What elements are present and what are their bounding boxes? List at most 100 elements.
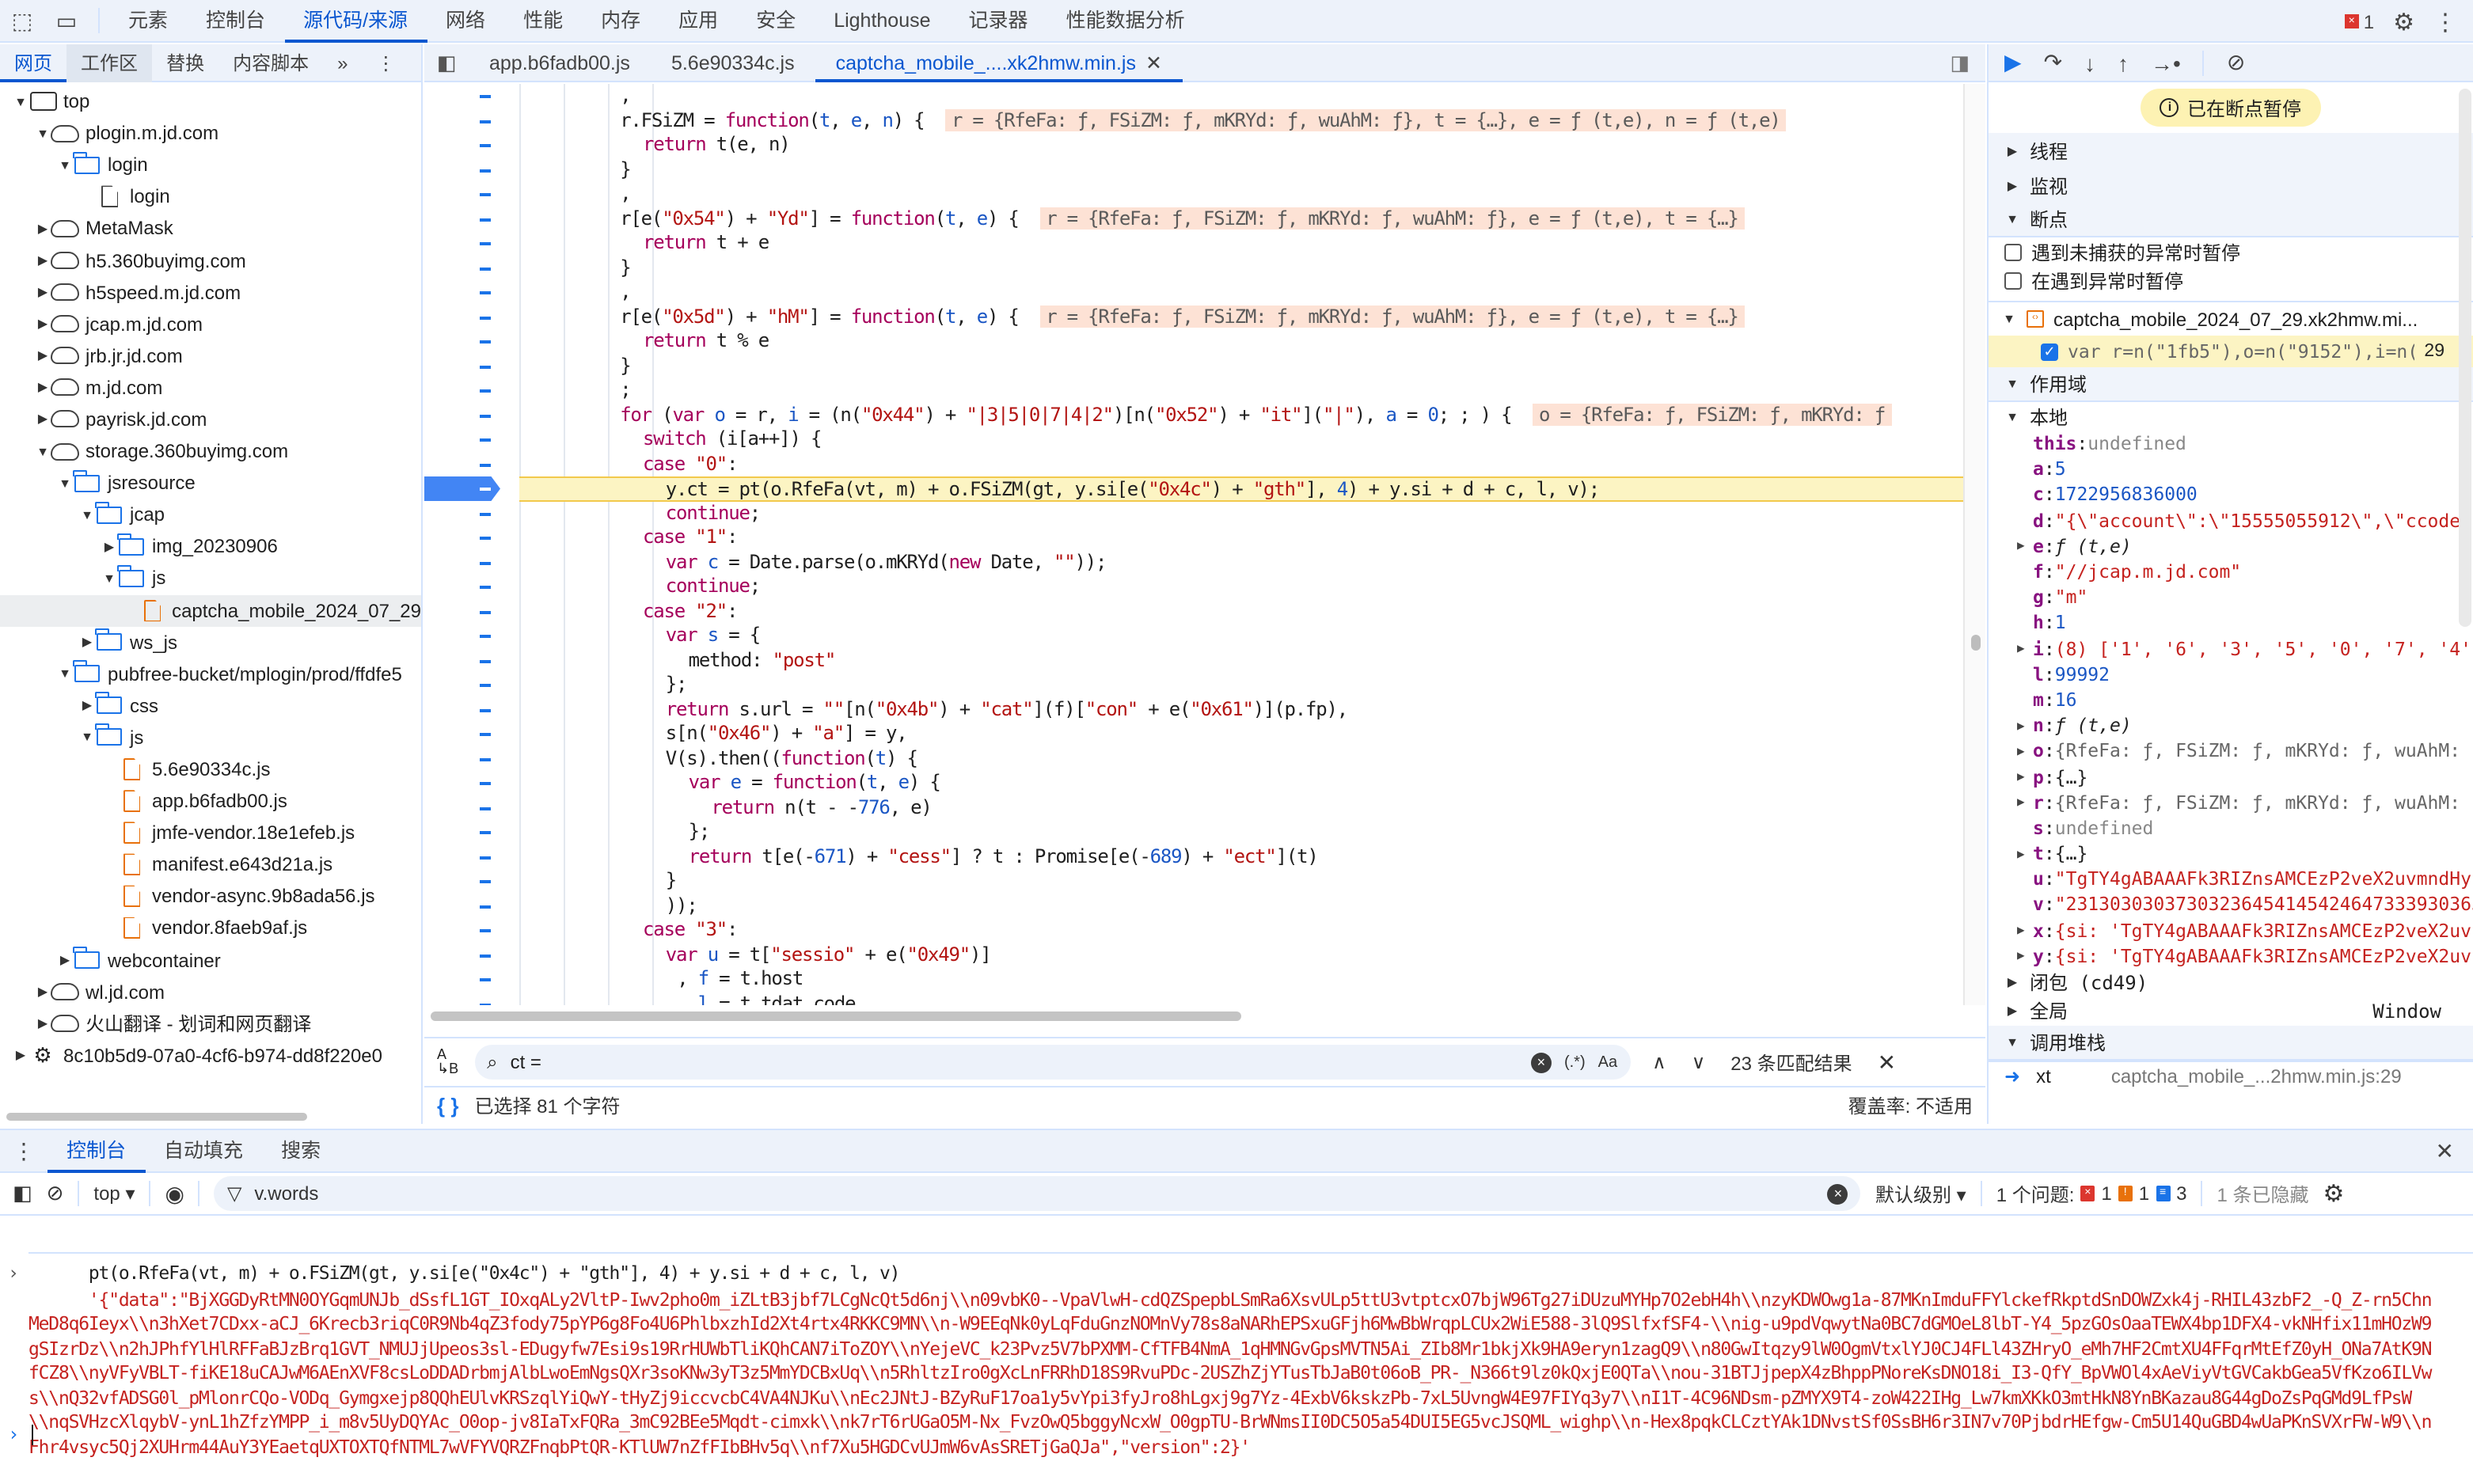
tree-item[interactable]: app.b6fadb00.js bbox=[0, 785, 421, 817]
line-number[interactable] bbox=[424, 746, 519, 771]
expand-icon[interactable]: ▶ bbox=[2017, 718, 2025, 732]
editor-vertical-scrollbar[interactable] bbox=[1963, 84, 1985, 1005]
line-number[interactable] bbox=[424, 84, 519, 108]
tree-item[interactable]: 5.6e90334c.js bbox=[0, 753, 421, 785]
pretty-print-icon[interactable]: { } bbox=[437, 1094, 458, 1118]
section-watch[interactable]: ▶ 监视 bbox=[1989, 168, 2473, 203]
deactivate-breakpoints-icon[interactable]: ⊘ bbox=[2227, 49, 2245, 76]
breakpoint-file[interactable]: ▼ ‹› captcha_mobile_2024_07_29.xk2hmw.mi… bbox=[1989, 301, 2473, 336]
tree-item[interactable]: ▶ h5.360buyimg.com bbox=[0, 245, 421, 276]
line-number[interactable] bbox=[424, 992, 519, 1005]
pause-caught-checkbox[interactable]: 在遇到异常时暂停 bbox=[1989, 266, 2473, 294]
tree-item[interactable]: ▶ MetaMask bbox=[0, 213, 421, 245]
scope-variable[interactable]: ▶ p: {…} bbox=[1989, 764, 2473, 789]
tree-item[interactable]: ▶ h5speed.m.jd.com bbox=[0, 276, 421, 308]
expand-icon[interactable]: ▶ bbox=[2017, 539, 2025, 553]
error-count-badge[interactable]: × 1 bbox=[2344, 10, 2374, 32]
scope-variable[interactable]: ▶ n: ƒ (t,e) bbox=[1989, 712, 2473, 738]
tree-item[interactable]: ▼ top bbox=[0, 85, 421, 117]
tree-item[interactable]: ▼ login bbox=[0, 149, 421, 180]
line-number[interactable] bbox=[424, 378, 519, 403]
line-number[interactable] bbox=[424, 256, 519, 280]
toggle-sidebar-icon[interactable]: ◧ bbox=[13, 1181, 32, 1206]
line-number[interactable] bbox=[424, 403, 519, 427]
tree-item[interactable]: ▼ js bbox=[0, 722, 421, 753]
expand-icon[interactable]: ▶ bbox=[2017, 846, 2025, 860]
call-frame[interactable]: ➜ xt captcha_mobile_...2hmw.min.js:29 bbox=[1989, 1060, 2473, 1092]
line-number[interactable] bbox=[424, 648, 519, 673]
line-number[interactable] bbox=[424, 550, 519, 575]
line-number[interactable] bbox=[424, 844, 519, 869]
tree-item[interactable]: ▼ js bbox=[0, 563, 421, 594]
tree-item[interactable]: login bbox=[0, 181, 421, 213]
inspect-element-icon[interactable]: ⬚ bbox=[0, 0, 44, 42]
line-number[interactable] bbox=[424, 452, 519, 476]
expand-icon[interactable]: ▶ bbox=[2017, 769, 2025, 784]
console-settings-gear-icon[interactable]: ⚙ bbox=[2323, 1179, 2345, 1208]
line-number[interactable] bbox=[424, 133, 519, 158]
navigator-tab[interactable]: 内容脚本 bbox=[218, 44, 323, 82]
close-find-icon[interactable]: ✕ bbox=[1878, 1049, 1896, 1076]
line-number[interactable] bbox=[424, 918, 519, 943]
tree-item[interactable]: captcha_mobile_2024_07_29 bbox=[0, 594, 421, 627]
more-tabs-button[interactable]: » bbox=[323, 44, 362, 82]
line-number[interactable] bbox=[424, 795, 519, 820]
tree-item[interactable]: ▶ payrisk.jd.com bbox=[0, 404, 421, 435]
line-number[interactable] bbox=[424, 943, 519, 967]
breakpoint-marker[interactable] bbox=[424, 476, 519, 501]
tree-item[interactable]: ▶ css bbox=[0, 690, 421, 722]
editor-tab[interactable]: app.b6fadb00.js bbox=[469, 44, 651, 82]
scope-variable[interactable]: ▶ i: (8) ['1', '6', '3', '5', '0', '7', '… bbox=[1989, 636, 2473, 661]
scope-variable[interactable]: ▶ e: ƒ (t,e) bbox=[1989, 533, 2473, 559]
line-number[interactable] bbox=[424, 354, 519, 378]
main-tab[interactable]: 性能数据分析 bbox=[1047, 0, 1204, 42]
tree-item[interactable]: ▶ ⚙ 8c10b5d9-07a0-4cf6-b974-dd8f220e0 bbox=[0, 1040, 421, 1072]
line-number[interactable] bbox=[424, 599, 519, 624]
live-expression-eye-icon[interactable]: ◉ bbox=[165, 1180, 184, 1207]
expand-icon[interactable]: ▶ bbox=[2017, 795, 2025, 809]
section-breakpoints[interactable]: ▼ 断点 bbox=[1989, 203, 2473, 237]
tree-item[interactable]: ▼ jcap bbox=[0, 499, 421, 530]
section-scope[interactable]: ▼ 作用域 bbox=[1989, 367, 2473, 402]
main-tab[interactable]: 性能 bbox=[504, 0, 582, 42]
line-gutter[interactable] bbox=[424, 84, 519, 1005]
line-number[interactable] bbox=[424, 231, 519, 256]
match-case-toggle[interactable]: Aa bbox=[1598, 1053, 1617, 1071]
navigator-tab[interactable]: 替换 bbox=[152, 44, 218, 82]
line-number[interactable] bbox=[424, 280, 519, 305]
section-call-stack[interactable]: ▼ 调用堆栈 bbox=[1989, 1025, 2473, 1061]
main-tab[interactable]: 源代码/来源 bbox=[284, 0, 427, 42]
tree-item[interactable]: ▼ storage.360buyimg.com bbox=[0, 435, 421, 467]
toggle-navigator-icon[interactable]: ◧ bbox=[424, 50, 469, 75]
clear-search-icon[interactable]: × bbox=[1530, 1052, 1552, 1072]
main-tab[interactable]: 控制台 bbox=[187, 0, 284, 42]
expand-icon[interactable]: ▶ bbox=[2017, 744, 2025, 758]
main-tab[interactable]: 内存 bbox=[582, 0, 659, 42]
line-number[interactable] bbox=[424, 207, 519, 231]
main-tab[interactable]: 应用 bbox=[659, 0, 737, 42]
console-prompt[interactable]: › bbox=[8, 1423, 34, 1445]
step-icon[interactable]: →• bbox=[2151, 50, 2181, 75]
drawer-menu-icon[interactable]: ⋮ bbox=[0, 1137, 47, 1164]
tree-item[interactable]: ▶ jcap.m.jd.com bbox=[0, 308, 421, 340]
navigator-tab[interactable]: 工作区 bbox=[66, 44, 153, 82]
main-tab[interactable]: 网络 bbox=[427, 0, 504, 42]
resume-icon[interactable]: ▶︎ bbox=[2004, 49, 2022, 76]
editor-tab[interactable]: 5.6e90334c.js bbox=[651, 44, 815, 82]
settings-gear-icon[interactable]: ⚙ bbox=[2393, 7, 2414, 36]
line-number[interactable] bbox=[424, 967, 519, 992]
replace-toggle-icon[interactable]: A ↳B bbox=[437, 1047, 458, 1076]
line-number[interactable] bbox=[424, 108, 519, 133]
scope-variable[interactable]: ▶ t: {…} bbox=[1989, 841, 2473, 866]
tree-item[interactable]: ▶ wl.jd.com bbox=[0, 976, 421, 1008]
navigator-tab[interactable]: 网页 bbox=[0, 44, 67, 82]
tree-item[interactable]: ▶ ws_js bbox=[0, 626, 421, 658]
toggle-debugger-icon[interactable]: ◨ bbox=[1950, 51, 1970, 76]
tree-item[interactable]: jmfe-vendor.18e1efeb.js bbox=[0, 817, 421, 848]
scope-global[interactable]: ▶ 全局 Window bbox=[1989, 997, 2473, 1026]
tree-item[interactable]: vendor.8faeb9af.js bbox=[0, 913, 421, 944]
line-number[interactable] bbox=[424, 575, 519, 599]
more-options-icon[interactable]: ⋮ bbox=[2433, 7, 2457, 36]
device-toolbar-icon[interactable]: ▭ bbox=[44, 0, 89, 42]
line-number[interactable] bbox=[424, 722, 519, 746]
